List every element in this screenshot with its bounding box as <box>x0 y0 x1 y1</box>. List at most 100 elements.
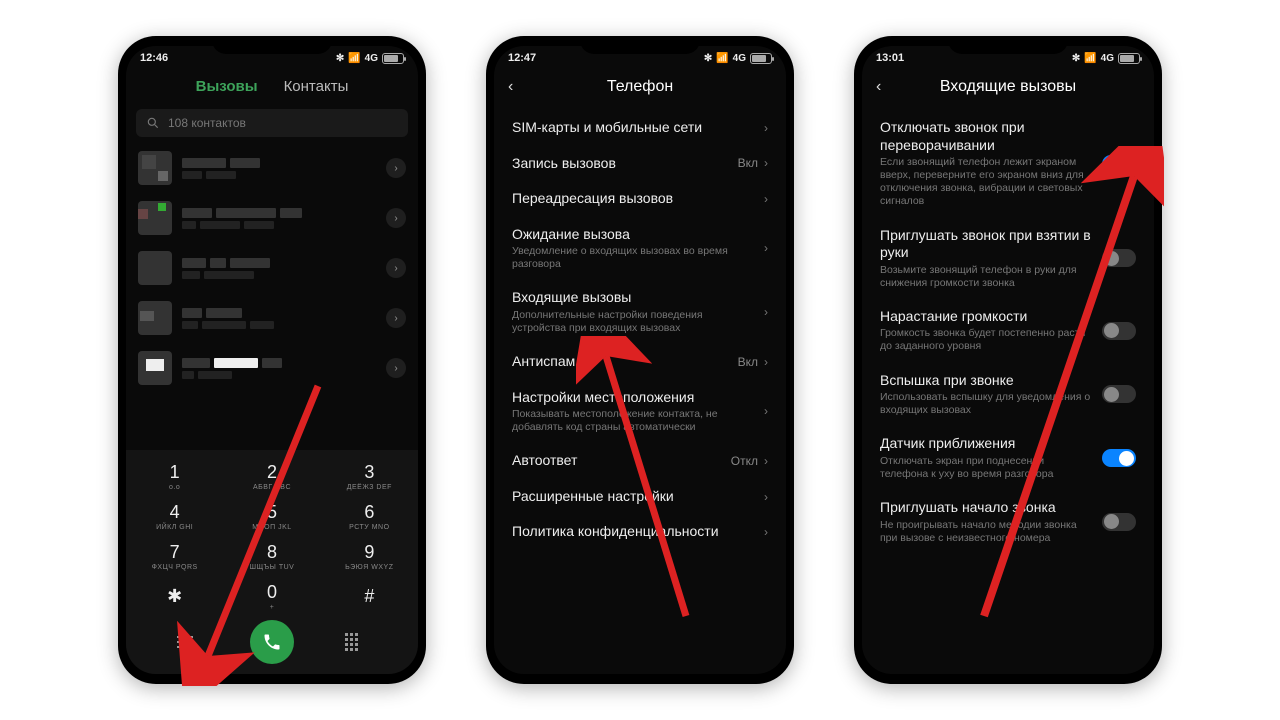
chevron-right-icon: › <box>764 121 768 135</box>
clock: 12:46 <box>140 52 168 64</box>
avatar <box>138 151 172 185</box>
clock: 12:47 <box>508 52 536 64</box>
dialpad-key-5[interactable]: 5МНОП JKL <box>223 496 320 536</box>
settings-item-title: Запись вызовов <box>512 155 728 173</box>
detail-button[interactable]: › <box>386 208 406 228</box>
dialpad-key-✱[interactable]: ✱ <box>126 576 223 616</box>
settings-item[interactable]: Настройки местоположенияПоказывать место… <box>498 380 782 444</box>
dialpad: 1о.о2АБВГ ABC3ДЕЁЖЗ DEF 4ИЙКЛ GHI5МНОП JK… <box>126 450 418 674</box>
settings-item-title: Политика конфиденциальности <box>512 523 748 541</box>
settings-item[interactable]: АвтоответОткл› <box>498 443 782 479</box>
settings-item[interactable]: Приглушать начало звонка Не проигрывать н… <box>866 490 1150 554</box>
settings-item[interactable]: Запись вызововВкл› <box>498 146 782 182</box>
settings-item-subtitle: Возьмите звонящий телефон в руки для сни… <box>880 264 1092 290</box>
settings-item-title: Автоответ <box>512 452 721 470</box>
list-item[interactable]: › <box>126 293 418 343</box>
settings-item[interactable]: Датчик приближенияОтключать экран при по… <box>866 426 1150 490</box>
chevron-right-icon: › <box>764 490 768 504</box>
toggle-switch[interactable] <box>1102 155 1136 173</box>
dialpad-key-8[interactable]: 8ШЩЪЫ TUV <box>223 536 320 576</box>
back-button[interactable]: ‹ <box>876 78 896 96</box>
settings-item-title: Нарастание громкости <box>880 308 1092 326</box>
dialpad-key-9[interactable]: 9ЬЭЮЯ WXYZ <box>321 536 418 576</box>
settings-item-title: Настройки местоположения <box>512 389 748 407</box>
toggle-switch[interactable] <box>1102 249 1136 267</box>
settings-item[interactable]: Политика конфиденциальности› <box>498 514 782 550</box>
dialpad-key-0[interactable]: 0+ <box>223 576 320 616</box>
signal-icon: 📶 <box>348 53 360 64</box>
battery-icon <box>1118 53 1140 64</box>
settings-item[interactable]: Отключать звонок при переворачиванииЕсли… <box>866 110 1150 218</box>
phone-frame-2: 12:47 ✻ 📶 4G ‹ Телефон SIM-карты и мобил… <box>486 36 794 684</box>
dialpad-key-4[interactable]: 4ИЙКЛ GHI <box>126 496 223 536</box>
settings-item[interactable]: Нарастание громкостиГромкость звонка буд… <box>866 299 1150 363</box>
settings-item-subtitle: Использовать вспышку для уведомления о в… <box>880 391 1092 417</box>
settings-item-title: SIM-карты и мобильные сети <box>512 119 748 137</box>
settings-item[interactable]: Ожидание вызоваУведомление о входящих вы… <box>498 217 782 281</box>
detail-button[interactable]: › <box>386 258 406 278</box>
tab-contacts[interactable]: Контакты <box>284 78 349 95</box>
screen-1: 12:46 ✻ 📶 4G Вызовы Контакты 108 контакт… <box>126 46 418 674</box>
detail-button[interactable]: › <box>386 158 406 178</box>
settings-item-title: Антиспам <box>512 353 728 371</box>
notch <box>948 36 1068 54</box>
menu-button[interactable] <box>171 636 199 648</box>
settings-list: SIM-карты и мобильные сети › Запись вызово… <box>494 110 786 550</box>
dialpad-key-7[interactable]: 7ФХЦЧ PQRS <box>126 536 223 576</box>
settings-item-title: Приглушать звонок при взятии в руки <box>880 227 1092 262</box>
settings-item[interactable]: АнтиспамВкл› <box>498 344 782 380</box>
status-icons: ✻ 📶 4G <box>336 53 404 64</box>
settings-item[interactable]: Переадресация вызовов› <box>498 181 782 217</box>
settings-item[interactable]: SIM-карты и мобильные сети › <box>498 110 782 146</box>
status-icons: ✻ 📶 4G <box>1072 53 1140 64</box>
status-icons: ✻ 📶 4G <box>704 53 772 64</box>
avatar <box>138 251 172 285</box>
toggle-switch[interactable] <box>1102 322 1136 340</box>
settings-item[interactable]: Вспышка при звонкеИспользовать вспышку д… <box>866 363 1150 427</box>
settings-item[interactable]: Входящие вызовыДополнительные настройки … <box>498 280 782 344</box>
settings-item-title: Отключать звонок при переворачивании <box>880 119 1092 154</box>
dialpad-key-3[interactable]: 3ДЕЁЖЗ DEF <box>321 456 418 496</box>
bluetooth-icon: ✻ <box>336 53 344 64</box>
notch <box>212 36 332 54</box>
settings-item-title: Приглушать начало звонка <box>880 499 1092 517</box>
list-item[interactable]: › <box>126 193 418 243</box>
page-title: Телефон <box>528 78 752 96</box>
settings-list: Отключать звонок при переворачиванииЕсли… <box>862 110 1154 554</box>
detail-button[interactable]: › <box>386 358 406 378</box>
dialpad-key-#[interactable]: # <box>321 576 418 616</box>
toggle-switch[interactable] <box>1102 513 1136 531</box>
chevron-right-icon: › <box>764 241 768 255</box>
chevron-right-icon: › <box>764 192 768 206</box>
network-label: 4G <box>365 53 378 64</box>
tab-calls[interactable]: Вызовы <box>196 78 258 95</box>
dialpad-toggle-button[interactable] <box>345 633 373 651</box>
list-item[interactable]: › <box>126 143 418 193</box>
list-item[interactable]: › <box>126 243 418 293</box>
settings-item-title: Расширенные настройки <box>512 488 748 506</box>
settings-item-subtitle: Если звонящий телефон лежит экраном ввер… <box>880 156 1092 209</box>
dialpad-key-6[interactable]: 6РСТУ MNO <box>321 496 418 536</box>
settings-item[interactable]: Расширенные настройки › <box>498 479 782 515</box>
settings-item[interactable]: Приглушать звонок при взятии в рукиВозьм… <box>866 218 1150 299</box>
settings-item-title: Ожидание вызова <box>512 226 748 244</box>
toggle-switch[interactable] <box>1102 385 1136 403</box>
dialpad-key-1[interactable]: 1о.о <box>126 456 223 496</box>
chevron-right-icon: › <box>764 305 768 319</box>
header: ‹ Телефон <box>494 68 786 110</box>
settings-item-subtitle: Не проигрывать начало мелодии звонка при… <box>880 519 1092 545</box>
detail-button[interactable]: › <box>386 308 406 328</box>
clock: 13:01 <box>876 52 904 64</box>
header: ‹ Входящие вызовы <box>862 68 1154 110</box>
back-button[interactable]: ‹ <box>508 78 528 96</box>
call-button[interactable] <box>250 620 294 664</box>
chevron-right-icon: › <box>764 355 768 369</box>
list-item[interactable]: › <box>126 343 418 393</box>
phone-frame-1: 12:46 ✻ 📶 4G Вызовы Контакты 108 контакт… <box>118 36 426 684</box>
phone-frame-3: 13:01 ✻ 📶 4G ‹ Входящие вызовы Отключать… <box>854 36 1162 684</box>
chevron-right-icon: › <box>764 404 768 418</box>
dialpad-key-2[interactable]: 2АБВГ ABC <box>223 456 320 496</box>
toggle-switch[interactable] <box>1102 449 1136 467</box>
chevron-right-icon: › <box>764 454 768 468</box>
search-input[interactable]: 108 контактов <box>136 109 408 137</box>
